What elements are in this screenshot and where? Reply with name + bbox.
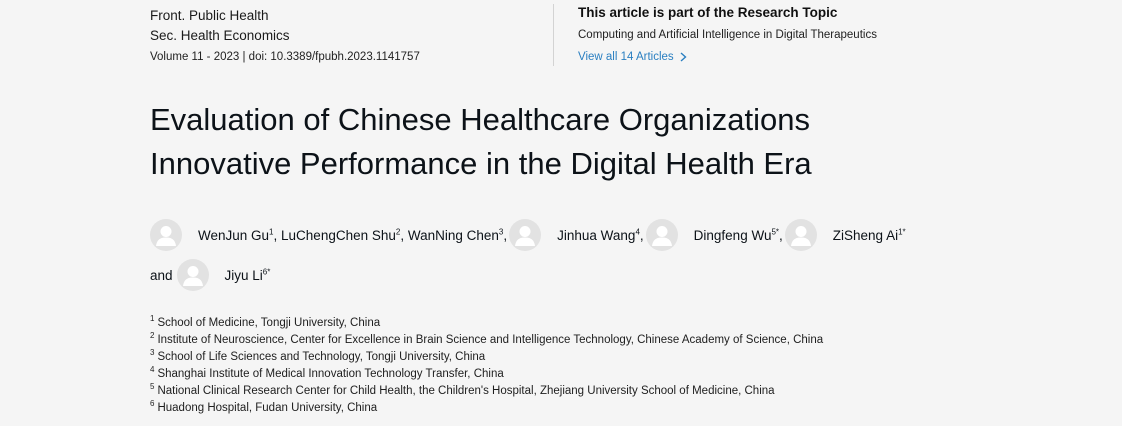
volume-doi: Volume 11 - 2023 | doi: 10.3389/fpubh.20… [150, 51, 420, 63]
avatar[interactable] [176, 259, 209, 291]
journal-info: Front. Public Health Sec. Health Economi… [150, 6, 420, 65]
author-separator: , [400, 227, 405, 243]
user-placeholder-icon [515, 226, 536, 246]
user-placeholder-icon [651, 226, 672, 246]
affiliation-item: 5 National Clinical Research Center for C… [150, 382, 775, 397]
journal-section: Sec. Health Economics [150, 28, 290, 43]
view-all-articles-link[interactable]: View all 14 Articles [578, 49, 687, 65]
author-name[interactable]: WanNing Chen3 [408, 228, 504, 243]
affiliation-list: 1 School of Medicine, Tongji University, … [150, 315, 823, 417]
affiliation-item: 6 Huadong Hospital, Fudan University, Chi… [150, 399, 378, 414]
author-separator: , [503, 227, 508, 243]
affiliation-item: 4 Shanghai Institute of Medical Innovatio… [150, 365, 504, 380]
author-name[interactable]: Dingfeng Wu5* [694, 228, 779, 243]
author-and: and [150, 267, 173, 283]
header-divider [553, 4, 554, 66]
affiliation-item: 3 School of Life Sciences and Technology,… [150, 348, 486, 363]
article-title-line-2: Innovative Performance in the Digital He… [150, 146, 812, 181]
journal-name: Front. Public Health [150, 8, 269, 23]
author-list: WenJun Gu1, LuChengChen Shu2, WanNing Ch… [150, 217, 1050, 293]
avatar[interactable] [784, 219, 817, 251]
research-topic: This article is part of the Research Top… [578, 4, 877, 65]
author-separator: , [273, 227, 278, 243]
article-title-line-1: Evaluation of Chinese Healthcare Organiz… [150, 102, 810, 137]
author-name[interactable]: LuChengChen Shu2 [281, 228, 400, 243]
avatar[interactable] [509, 219, 542, 251]
avatar[interactable] [150, 219, 182, 251]
research-topic-heading: This article is part of the Research Top… [578, 5, 838, 20]
chevron-right-icon [680, 52, 687, 62]
author-line-1: WenJun Gu1, LuChengChen Shu2, WanNing Ch… [150, 217, 1050, 253]
user-placeholder-icon [156, 226, 176, 246]
author-name[interactable]: Jinhua Wang4 [557, 228, 640, 243]
author-separator: , [639, 227, 644, 243]
author-separator: , [779, 227, 783, 243]
avatar[interactable] [645, 219, 678, 251]
author-name[interactable]: Jiyu Li6* [225, 268, 271, 283]
author-name[interactable]: WenJun Gu1 [198, 228, 274, 243]
affiliation-item: 1 School of Medicine, Tongji University, … [150, 314, 381, 329]
user-placeholder-icon [182, 266, 203, 286]
user-placeholder-icon [790, 226, 811, 246]
article-title: Evaluation of Chinese Healthcare Organiz… [150, 98, 1050, 186]
view-all-label: View all 14 Articles [578, 51, 674, 63]
affiliation-item: 2 Institute of Neuroscience, Center for E… [150, 331, 824, 346]
author-name[interactable]: ZiSheng Ai1* [833, 228, 906, 243]
research-topic-title[interactable]: Computing and Artificial Intelligence in… [578, 27, 877, 43]
author-line-2: and Jiyu Li6* [150, 257, 1050, 293]
